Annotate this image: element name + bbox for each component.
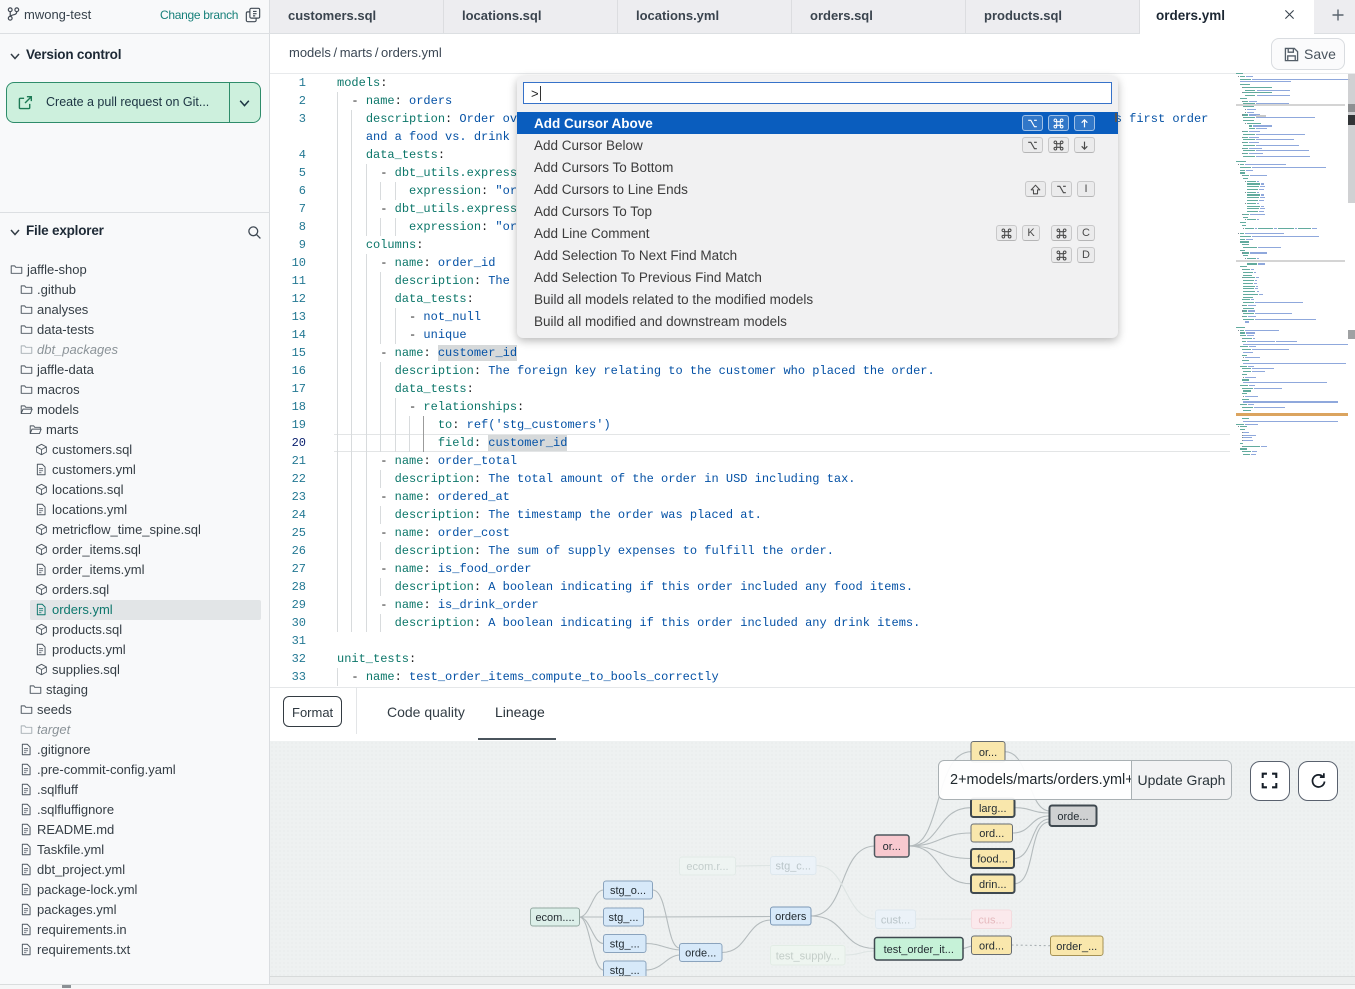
svg-text:cus...: cus... <box>978 914 1004 926</box>
svg-text:stg_c...: stg_c... <box>776 861 811 873</box>
svg-text:cust...: cust... <box>881 914 910 926</box>
svg-text:orders: orders <box>775 911 807 923</box>
svg-text:food...: food... <box>977 854 1008 866</box>
svg-text:stg_...: stg_... <box>610 939 640 951</box>
svg-text:orde...: orde... <box>1057 811 1088 823</box>
svg-text:drin...: drin... <box>979 879 1007 891</box>
svg-text:ord...: ord... <box>979 828 1004 840</box>
svg-text:stg_...: stg_... <box>610 965 640 976</box>
svg-text:order_...: order_... <box>1056 941 1097 953</box>
svg-text:ecom.r...: ecom.r... <box>686 861 728 873</box>
svg-text:orde...: orde... <box>685 948 716 960</box>
svg-text:test_supply...: test_supply... <box>776 950 840 962</box>
svg-text:ecom....: ecom.... <box>535 912 574 924</box>
svg-text:ord...: ord... <box>979 940 1004 952</box>
svg-text:test_order_it...: test_order_it... <box>884 944 954 956</box>
svg-text:stg_o...: stg_o... <box>610 885 646 897</box>
svg-text:stg_...: stg_... <box>609 912 639 924</box>
svg-text:larg...: larg... <box>979 803 1007 815</box>
svg-text:or...: or... <box>979 747 997 759</box>
svg-text:or...: or... <box>883 841 901 853</box>
